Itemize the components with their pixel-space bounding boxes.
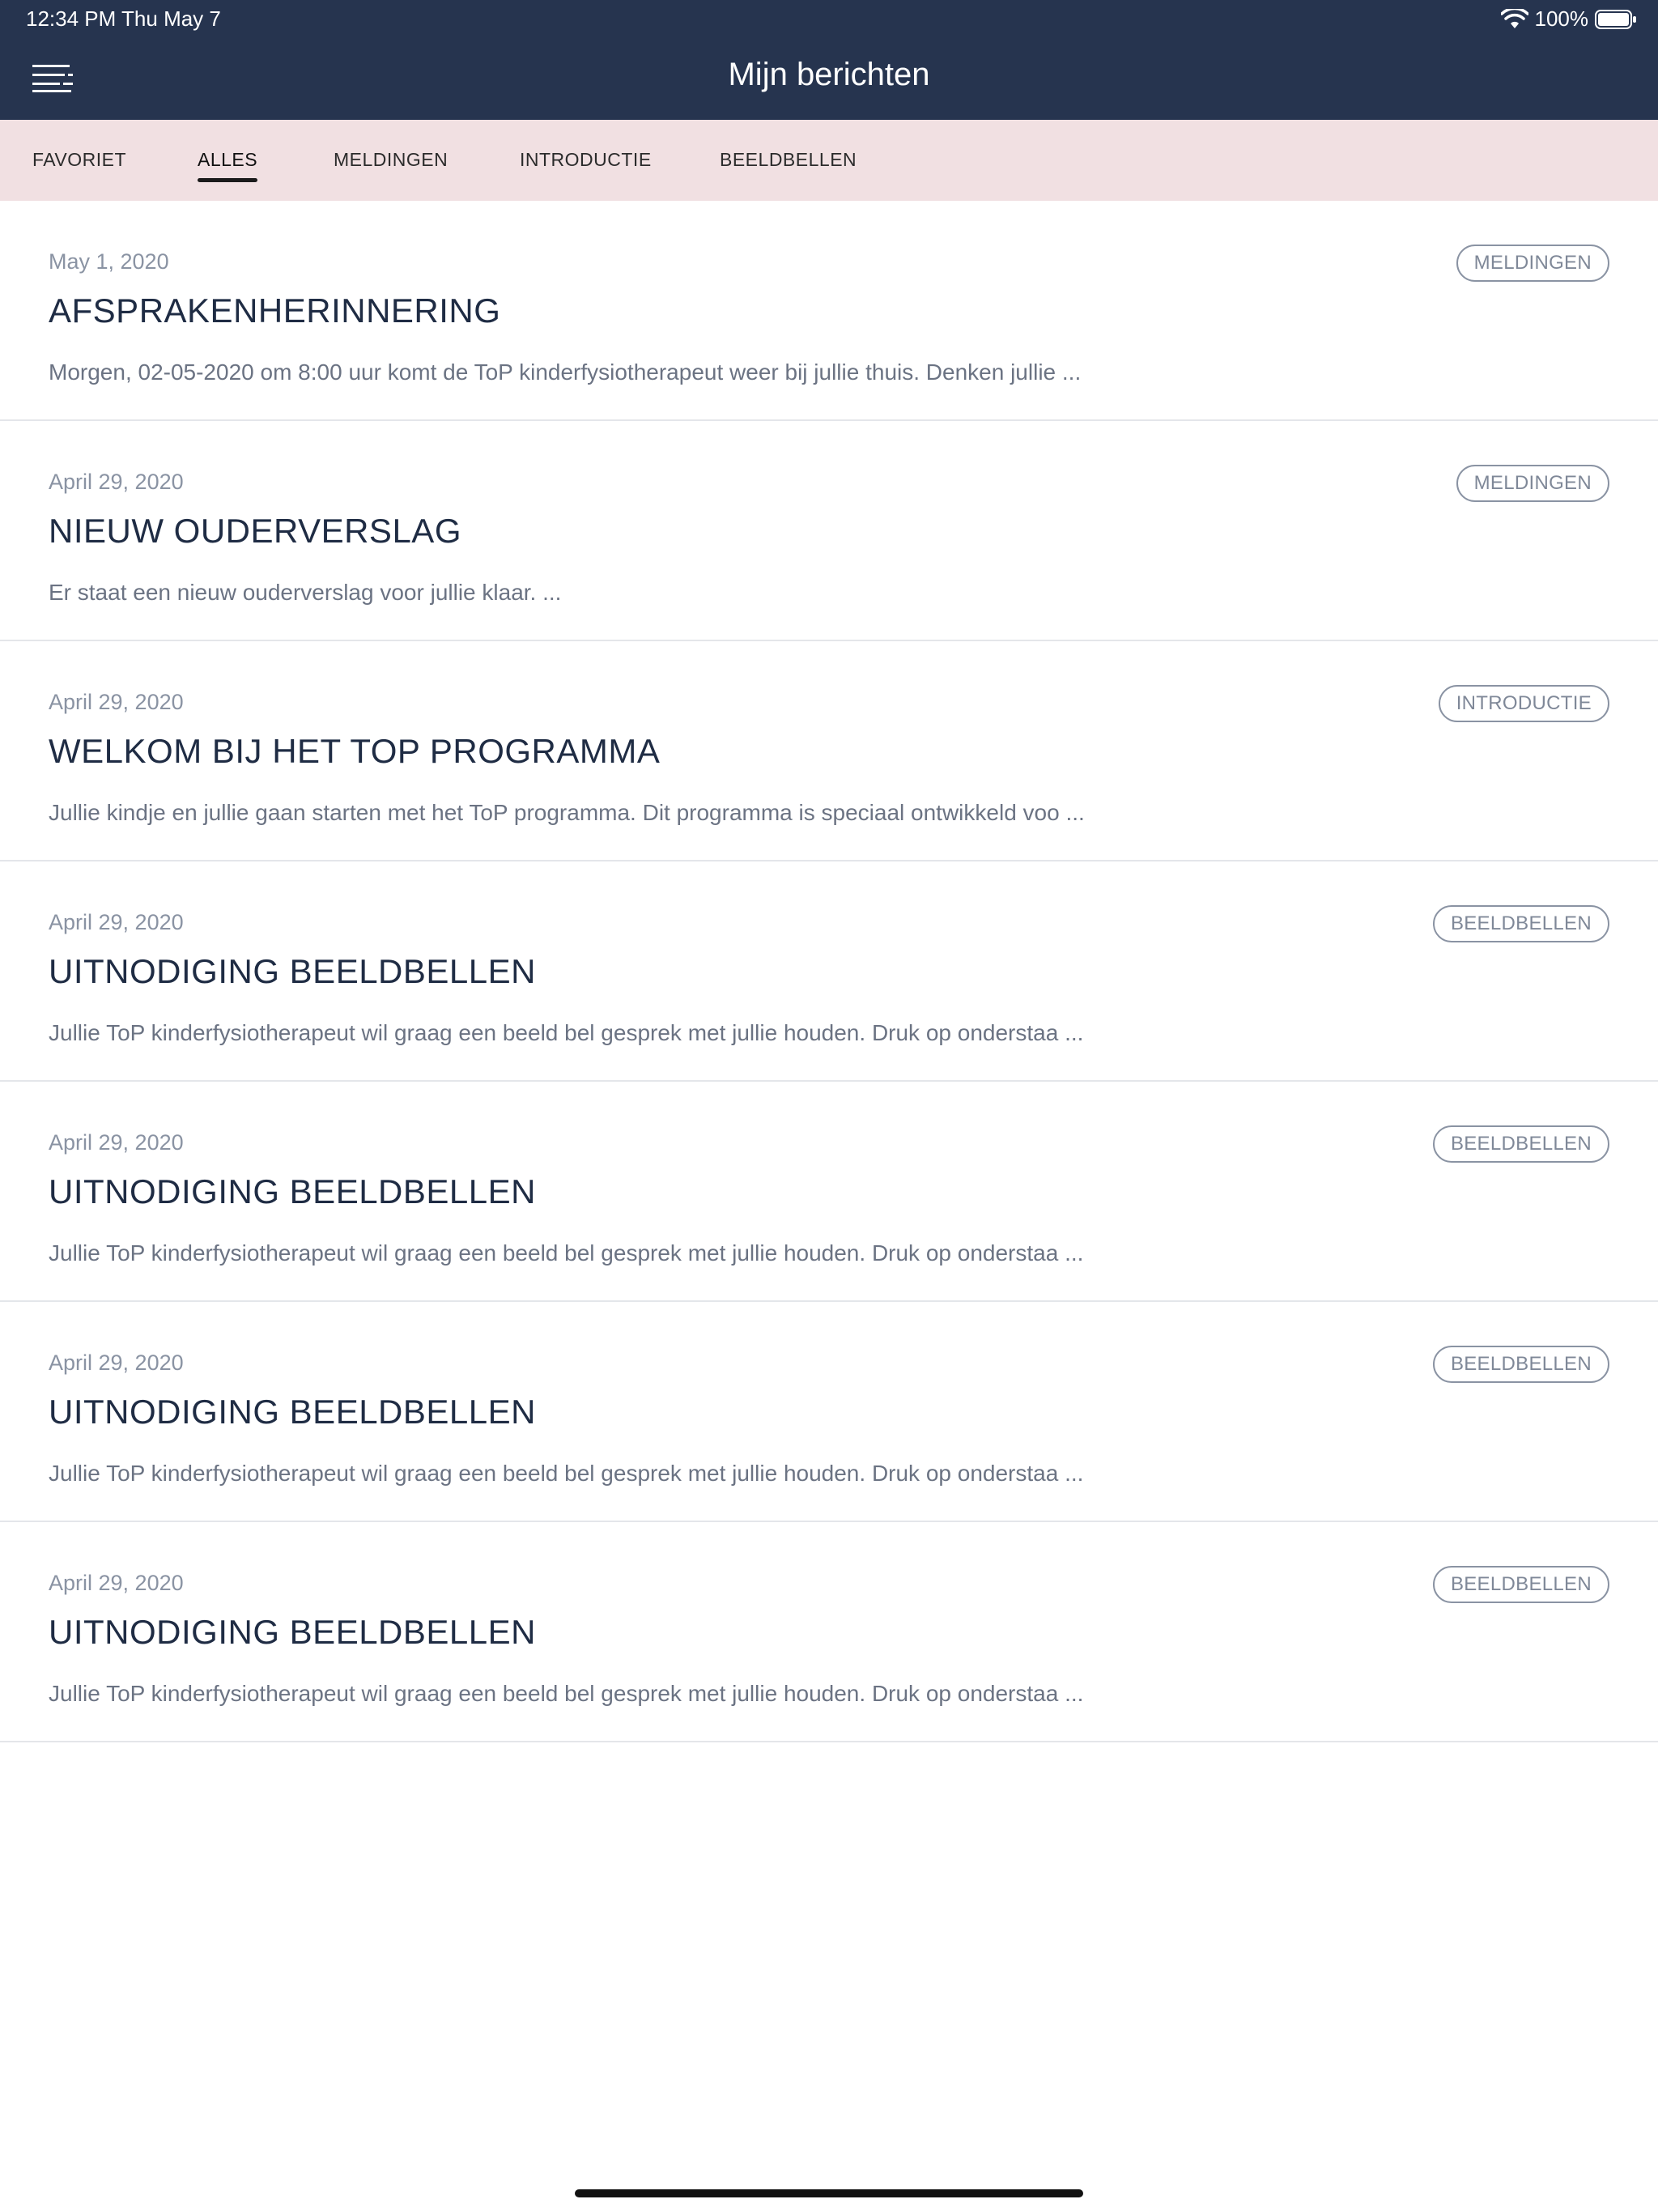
category-badge: BEELDBELLEN [1432, 1566, 1609, 1603]
message-date: May 1, 2020 [49, 249, 169, 274]
tab-meldingen[interactable]: MELDINGEN [334, 149, 448, 171]
message-title: WELKOM BIJ HET TOP PROGRAMMA [49, 732, 661, 770]
tab-favoriet[interactable]: FAVORIET [32, 149, 126, 171]
wifi-icon [1500, 8, 1528, 28]
message-date: April 29, 2020 [49, 1571, 184, 1595]
message-excerpt: Jullie ToP kinderfysiotherapeut wil graa… [49, 1020, 1084, 1045]
message-item[interactable]: April 29, 2020 NIEUW OUDERVERSLAG Er sta… [0, 421, 1658, 641]
category-badge: BEELDBELLEN [1432, 1346, 1609, 1383]
message-excerpt: Jullie ToP kinderfysiotherapeut wil graa… [49, 1681, 1084, 1706]
message-item[interactable]: April 29, 2020 WELKOM BIJ HET TOP PROGRA… [0, 641, 1658, 861]
message-item[interactable]: April 29, 2020 UITNODIGING BEELDBELLEN J… [0, 1302, 1658, 1522]
message-list: May 1, 2020 AFSPRAKENHERINNERING Morgen,… [0, 201, 1658, 1742]
category-badge: BEELDBELLEN [1432, 905, 1609, 942]
tab-bar: FAVORIET ALLES MELDINGEN INTRODUCTIE BEE… [0, 120, 1658, 201]
category-badge: MELDINGEN [1456, 465, 1609, 502]
page-title: Mijn berichten [728, 57, 930, 92]
message-excerpt: Jullie kindje en jullie gaan starten met… [49, 800, 1085, 825]
message-excerpt: Jullie ToP kinderfysiotherapeut wil graa… [49, 1461, 1084, 1486]
status-right: 100% [1500, 6, 1638, 32]
message-excerpt: Morgen, 02-05-2020 om 8:00 uur komt de T… [49, 359, 1082, 385]
battery-icon [1595, 9, 1636, 29]
message-date: April 29, 2020 [49, 470, 184, 494]
message-date: April 29, 2020 [49, 1351, 184, 1375]
tab-alles[interactable]: ALLES [198, 149, 258, 182]
category-badge: MELDINGEN [1456, 245, 1609, 282]
message-title: AFSPRAKENHERINNERING [49, 291, 501, 330]
category-badge: INTRODUCTIE [1438, 685, 1609, 722]
message-title: UITNODIGING BEELDBELLEN [49, 1172, 536, 1210]
message-title: UITNODIGING BEELDBELLEN [49, 952, 536, 990]
message-title: NIEUW OUDERVERSLAG [49, 512, 461, 550]
message-excerpt: Jullie ToP kinderfysiotherapeut wil graa… [49, 1240, 1084, 1266]
message-date: April 29, 2020 [49, 910, 184, 934]
message-item[interactable]: May 1, 2020 AFSPRAKENHERINNERING Morgen,… [0, 201, 1658, 421]
category-badge: BEELDBELLEN [1432, 1125, 1609, 1163]
message-item[interactable]: April 29, 2020 UITNODIGING BEELDBELLEN J… [0, 861, 1658, 1082]
tab-introductie[interactable]: INTRODUCTIE [520, 149, 652, 171]
battery-percentage: 100% [1534, 6, 1589, 31]
message-title: UITNODIGING BEELDBELLEN [49, 1613, 536, 1651]
status-time: 12:34 PM Thu May 7 [26, 6, 221, 31]
message-excerpt: Er staat een nieuw ouderverslag voor jul… [49, 580, 562, 605]
message-title: UITNODIGING BEELDBELLEN [49, 1393, 536, 1431]
app-header: 12:34 PM Thu May 7 100% Mijn berichten [0, 0, 1658, 120]
message-date: April 29, 2020 [49, 690, 184, 714]
message-date: April 29, 2020 [49, 1130, 184, 1155]
tab-beeldbellen[interactable]: BEELDBELLEN [720, 149, 857, 171]
message-item[interactable]: April 29, 2020 UITNODIGING BEELDBELLEN J… [0, 1082, 1658, 1302]
message-item[interactable]: April 29, 2020 UITNODIGING BEELDBELLEN J… [0, 1522, 1658, 1742]
home-indicator[interactable] [575, 2189, 1083, 2197]
